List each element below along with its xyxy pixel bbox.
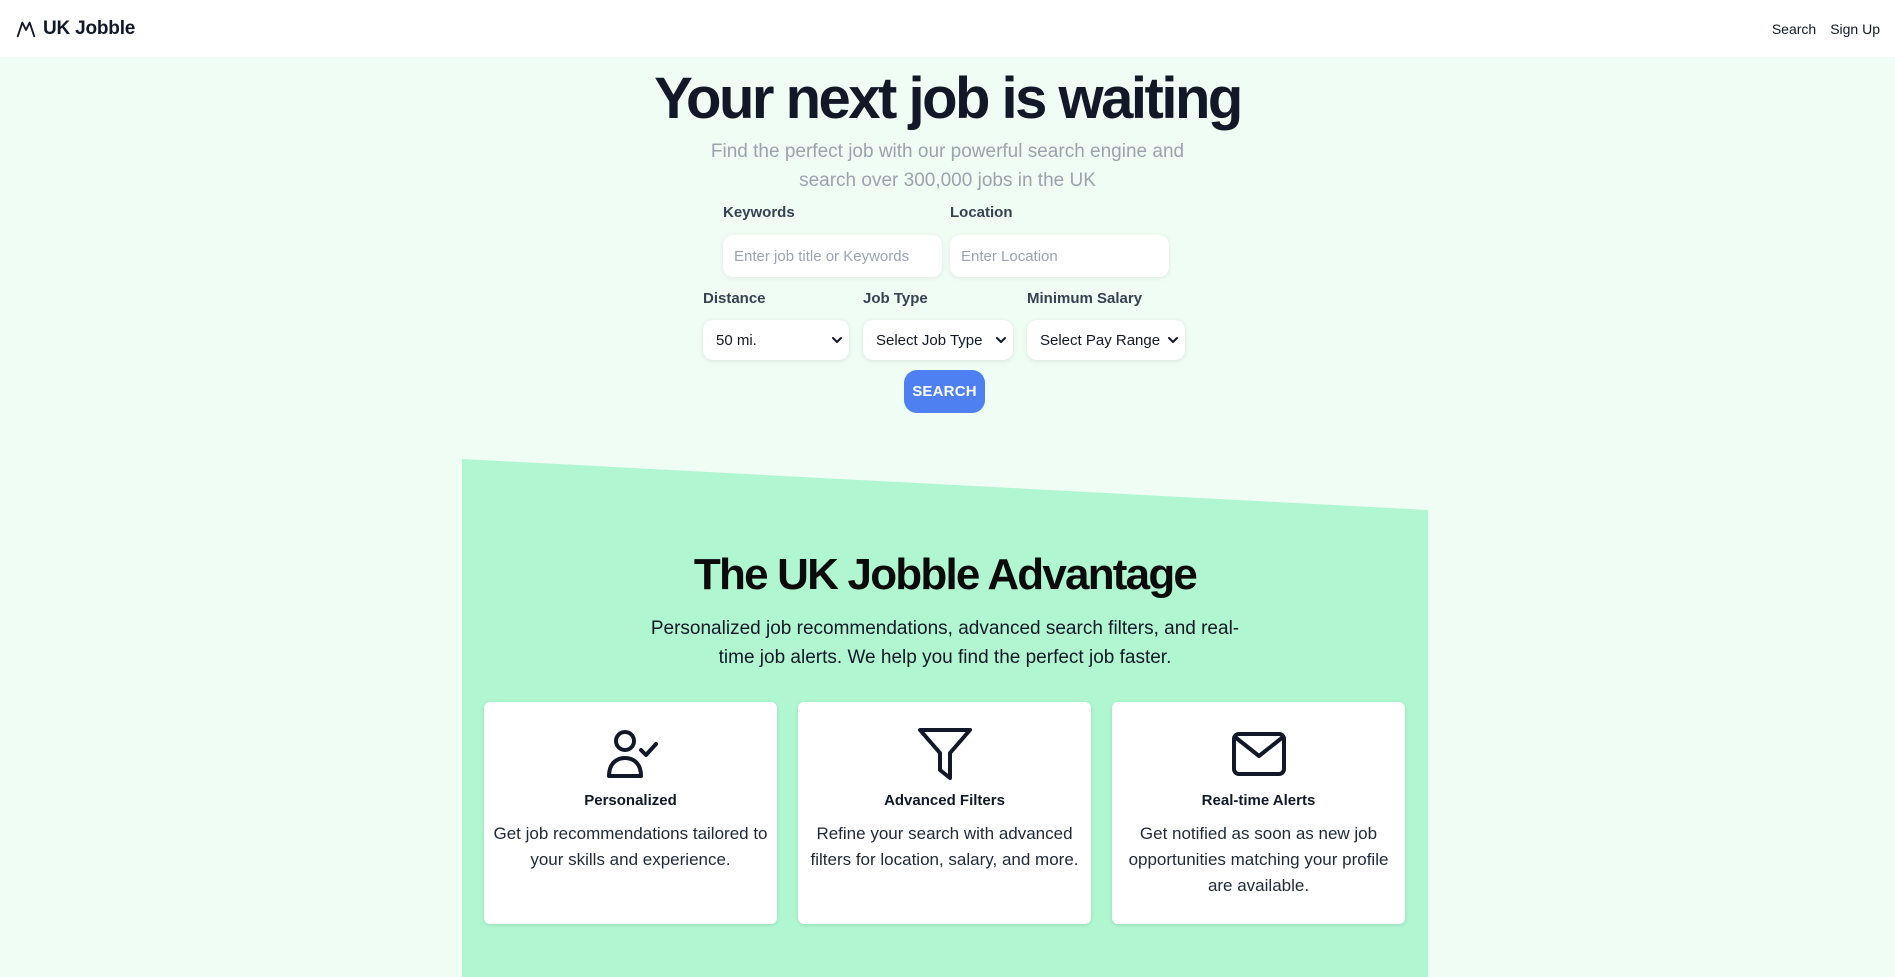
hero-section: Your next job is waiting Find the perfec… (0, 57, 1895, 195)
distance-field: Distance 50 mi. (703, 290, 849, 360)
brand-name: UK Jobble (43, 17, 136, 39)
feature-card-advanced-filters: Advanced Filters Refine your search with… (798, 702, 1091, 924)
feature-card-title: Advanced Filters (884, 792, 1005, 809)
feature-card-title: Personalized (584, 792, 677, 809)
chevron-down-icon (1168, 337, 1178, 343)
brand-link[interactable]: UK Jobble (15, 18, 135, 40)
location-label: Location (950, 204, 1013, 221)
distance-select-value: 50 mi. (716, 331, 757, 349)
feature-cards: Personalized Get job recommendations tai… (484, 702, 1405, 924)
hero-subtitle: Find the perfect job with our powerful s… (710, 141, 1185, 191)
job-type-field: Job Type Select Job Type (863, 290, 1013, 360)
job-type-select[interactable]: Select Job Type (863, 320, 1013, 360)
feature-card-text: Refine your search with advanced filters… (810, 824, 1079, 869)
search-form-row-filters: Distance 50 mi. Job Type Select Job Type… (703, 290, 1185, 360)
keywords-label: Keywords (723, 204, 795, 221)
salary-select-value: Select Pay Range (1040, 331, 1161, 349)
advantage-title: The UK Jobble Advantage (693, 550, 1198, 599)
chevron-down-icon (996, 337, 1006, 343)
nav-search-link[interactable]: Search (1772, 21, 1816, 37)
keywords-input[interactable] (723, 235, 942, 277)
search-button[interactable]: SEARCH (904, 370, 985, 413)
location-input[interactable] (950, 235, 1169, 277)
advantage-subtitle: Personalized job recommendations, advanc… (650, 618, 1240, 668)
chevron-down-icon (832, 337, 842, 343)
location-field: Location (950, 204, 1169, 277)
user-check-icon (606, 730, 658, 778)
feature-card-realtime-alerts: Real-time Alerts Get notified as soon as… (1112, 702, 1405, 924)
salary-label: Minimum Salary (1027, 290, 1143, 307)
keywords-field: Keywords (723, 204, 942, 277)
feature-card-personalized: Personalized Get job recommendations tai… (484, 702, 777, 924)
feature-card-title: Real-time Alerts (1201, 792, 1316, 809)
mountain-logo-icon (16, 21, 36, 37)
job-type-select-value: Select Job Type (876, 331, 983, 349)
distance-select[interactable]: 50 mi. (703, 320, 849, 360)
job-type-label: Job Type (863, 290, 928, 307)
nav-signup-link[interactable]: Sign Up (1830, 21, 1880, 37)
nav-links: Search Sign Up (1772, 21, 1880, 37)
salary-select[interactable]: Select Pay Range (1027, 320, 1185, 360)
salary-field: Minimum Salary Select Pay Range (1027, 290, 1185, 360)
search-form-row-primary: Keywords Location (723, 204, 1169, 277)
feature-card-text: Get job recommendations tailored to your… (493, 824, 768, 869)
top-navbar: UK Jobble Search Sign Up (0, 0, 1895, 57)
mail-icon (1231, 732, 1286, 776)
feature-card-text: Get notified as soon as new job opportun… (1128, 824, 1389, 895)
distance-label: Distance (703, 290, 766, 307)
filter-icon (917, 728, 972, 780)
hero-title: Your next job is waiting (654, 66, 1243, 131)
